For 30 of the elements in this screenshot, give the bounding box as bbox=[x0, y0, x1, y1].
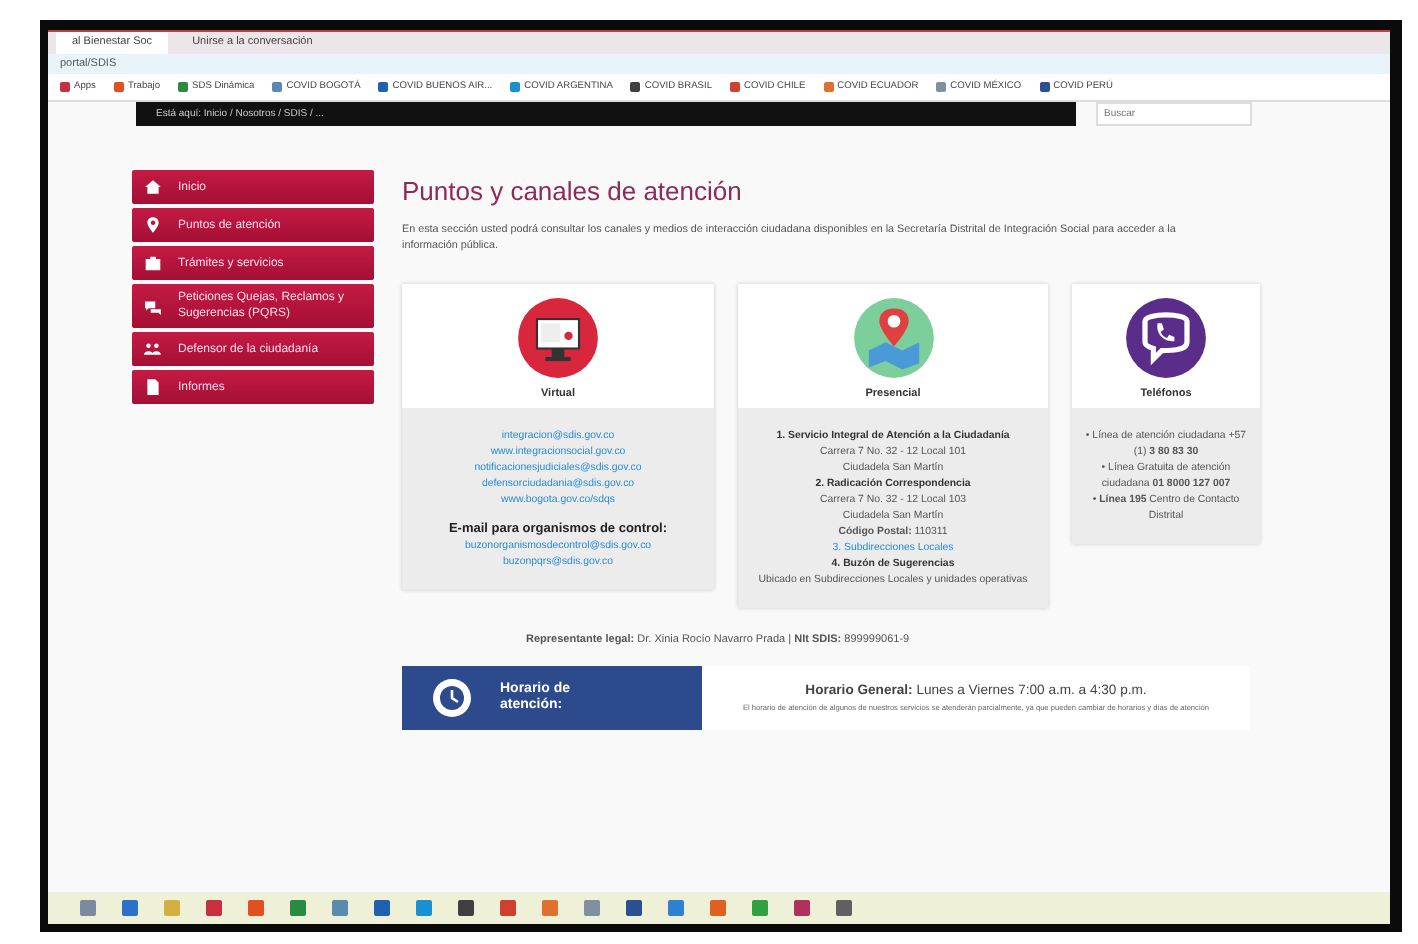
taskbar-app-icon[interactable] bbox=[290, 900, 306, 916]
house-icon bbox=[144, 178, 162, 196]
briefcase-icon bbox=[144, 254, 162, 272]
taskbar-app-icon[interactable] bbox=[416, 900, 432, 916]
page-title: Puntos y canales de atención bbox=[402, 176, 744, 206]
chat-icon bbox=[144, 297, 162, 315]
phone-chat-icon bbox=[1124, 296, 1208, 380]
taskbar-app-icon[interactable] bbox=[164, 900, 180, 916]
taskbar-app-icon[interactable] bbox=[122, 900, 138, 916]
taskbar-app-icon[interactable] bbox=[332, 900, 348, 916]
taskbar-app-icon[interactable] bbox=[374, 900, 390, 916]
map-pin-icon bbox=[851, 296, 935, 380]
people-icon bbox=[144, 340, 162, 358]
taskbar-app-icon[interactable] bbox=[80, 900, 96, 916]
taskbar-app-icon[interactable] bbox=[626, 900, 642, 916]
pin-icon bbox=[144, 216, 162, 234]
taskbar-app-icon[interactable] bbox=[836, 900, 852, 916]
taskbar-app-icon[interactable] bbox=[458, 900, 474, 916]
taskbar-app-icon[interactable] bbox=[500, 900, 516, 916]
clock-icon bbox=[432, 678, 472, 718]
taskbar-app-icon[interactable] bbox=[668, 900, 684, 916]
taskbar-app-icon[interactable] bbox=[794, 900, 810, 916]
taskbar-app-icon[interactable] bbox=[206, 900, 222, 916]
monitor-icon bbox=[516, 296, 600, 380]
taskbar-app-icon[interactable] bbox=[248, 900, 264, 916]
document-icon bbox=[144, 378, 162, 396]
taskbar-app-icon[interactable] bbox=[542, 900, 558, 916]
taskbar-app-icon[interactable] bbox=[710, 900, 726, 916]
taskbar-app-icon[interactable] bbox=[584, 900, 600, 916]
taskbar-app-icon[interactable] bbox=[752, 900, 768, 916]
